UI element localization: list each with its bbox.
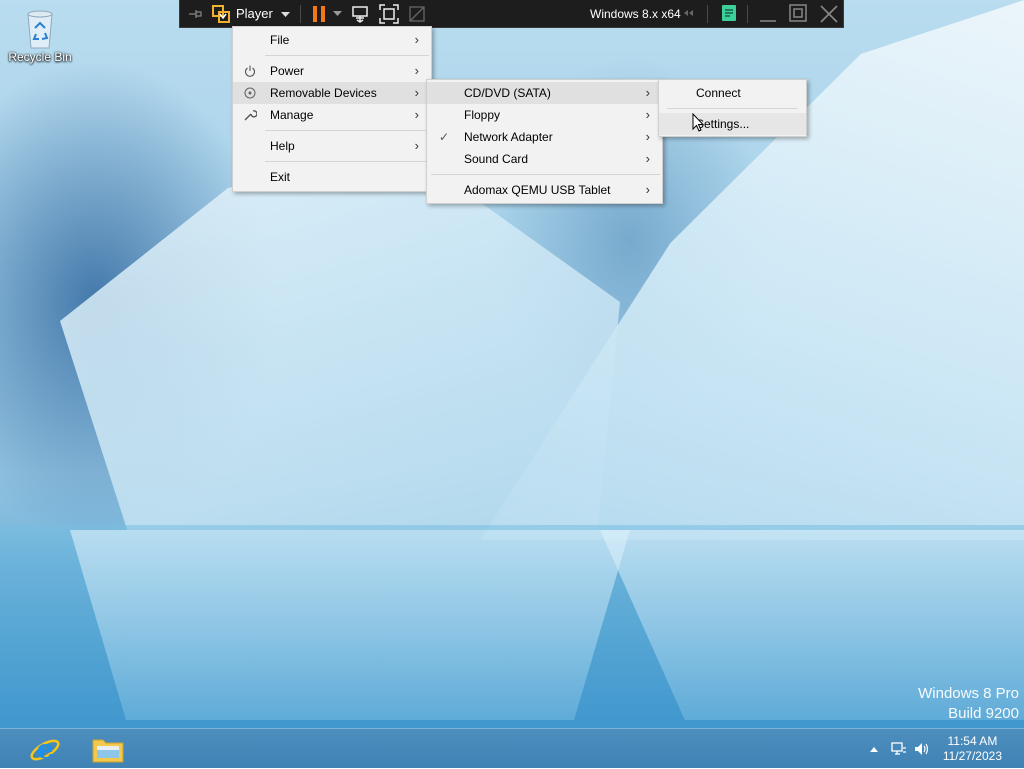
menu-separator xyxy=(265,55,429,56)
menu-item-help[interactable]: Help › xyxy=(233,135,431,157)
restore-icon[interactable] xyxy=(789,4,807,25)
watermark-edition: Windows 8 Pro xyxy=(918,685,1019,702)
menu-item-label: CD/DVD (SATA) xyxy=(464,86,551,100)
removable-devices-submenu: CD/DVD (SATA) › Floppy › ✓ Network Adapt… xyxy=(426,79,663,204)
cd-dvd-submenu: Connect Settings... xyxy=(658,79,807,137)
vm-status-icon xyxy=(683,6,697,23)
menu-item-label: Adomax QEMU USB Tablet xyxy=(464,183,611,197)
menu-separator xyxy=(265,161,429,162)
chevron-right-icon: › xyxy=(414,63,419,78)
show-hidden-icons-icon[interactable] xyxy=(870,729,878,769)
menu-item-exit[interactable]: Exit xyxy=(233,166,431,188)
fullscreen-icon[interactable] xyxy=(375,0,403,28)
chevron-right-icon: › xyxy=(645,182,650,197)
notes-icon[interactable] xyxy=(721,4,737,25)
mouse-cursor-icon xyxy=(692,112,705,136)
menu-item-label: Exit xyxy=(270,170,291,184)
menu-item-settings[interactable]: Settings... xyxy=(659,113,806,135)
removable-devices-icon xyxy=(241,82,259,106)
watermark-build: Build 9200 xyxy=(948,705,1019,722)
menu-item-floppy[interactable]: Floppy › xyxy=(427,104,662,126)
menu-item-removable-devices[interactable]: Removable Devices › xyxy=(233,82,431,104)
menu-item-label: File xyxy=(270,33,290,47)
pin-icon[interactable] xyxy=(180,0,210,28)
file-explorer-icon[interactable] xyxy=(90,731,126,767)
taskbar: e 11:54 AM 11/27/2023 xyxy=(0,728,1024,768)
menu-item-label: Sound Card xyxy=(464,152,529,166)
menu-item-label: Network Adapter xyxy=(464,130,553,144)
menu-item-label: Settings... xyxy=(696,117,750,131)
player-menu: File › Power › Removable Devices › Manag… xyxy=(232,26,432,192)
chevron-down-icon[interactable] xyxy=(331,0,345,28)
player-menu-label: Player xyxy=(236,6,273,21)
recycle-bin-label: Recycle Bin xyxy=(8,50,72,64)
recycle-bin-icon xyxy=(24,6,56,49)
menu-item-label: Removable Devices xyxy=(270,86,377,100)
system-clock[interactable]: 11:54 AM 11/27/2023 xyxy=(943,734,1002,764)
vm-player-toolbar: Player Windows 8.x x64 xyxy=(179,0,844,28)
menu-item-label: Help xyxy=(270,139,295,153)
unity-icon[interactable] xyxy=(403,0,431,28)
chevron-right-icon: › xyxy=(414,138,419,153)
menu-item-usb-tablet[interactable]: Adomax QEMU USB Tablet › xyxy=(427,179,662,201)
wallpaper-reflection-left xyxy=(70,530,630,720)
menu-separator xyxy=(431,174,660,175)
minimize-icon[interactable] xyxy=(759,5,777,26)
menu-item-label: Floppy xyxy=(464,108,501,122)
menu-item-label: Power xyxy=(270,64,305,78)
checkmark-icon: ✓ xyxy=(438,130,450,144)
menu-separator xyxy=(265,130,429,131)
menu-item-network-adapter[interactable]: ✓ Network Adapter › xyxy=(427,126,662,148)
menu-item-label: Manage xyxy=(270,108,314,122)
close-icon[interactable] xyxy=(819,4,839,27)
network-icon[interactable] xyxy=(891,729,907,769)
player-menu-button[interactable]: Player xyxy=(232,0,294,28)
recycle-bin-desktop-icon[interactable]: Recycle Bin xyxy=(4,6,76,64)
menu-item-power[interactable]: Power › xyxy=(233,60,431,82)
chevron-right-icon: › xyxy=(414,107,419,122)
wrench-icon xyxy=(241,104,259,129)
clock-date: 11/27/2023 xyxy=(942,749,1002,763)
os-watermark: Windows 8 Pro Build 9200 xyxy=(918,684,1019,724)
menu-item-label: Connect xyxy=(696,86,741,100)
menu-item-sound-card[interactable]: Sound Card › xyxy=(427,148,662,170)
menu-item-file[interactable]: File › xyxy=(233,29,431,51)
send-ctrl-alt-del-icon[interactable] xyxy=(345,0,375,28)
menu-separator xyxy=(667,108,798,109)
toolbar-divider xyxy=(747,5,748,23)
menu-item-connect[interactable]: Connect xyxy=(659,82,806,104)
svg-text:e: e xyxy=(37,735,54,765)
clock-time: 11:54 AM xyxy=(947,734,998,748)
chevron-right-icon: › xyxy=(645,107,650,122)
chevron-right-icon: › xyxy=(645,129,650,144)
chevron-right-icon: › xyxy=(645,85,650,100)
vm-name: Windows 8.x x64 xyxy=(590,7,681,21)
chevron-down-icon xyxy=(280,7,290,21)
power-icon xyxy=(241,60,259,84)
menu-item-cd-dvd[interactable]: CD/DVD (SATA) › xyxy=(427,82,662,104)
toolbar-divider xyxy=(299,4,301,23)
chevron-right-icon: › xyxy=(414,32,419,47)
internet-explorer-icon[interactable]: e xyxy=(27,731,63,767)
toolbar-divider xyxy=(707,5,708,23)
volume-icon[interactable] xyxy=(914,729,930,769)
chevron-right-icon: › xyxy=(414,85,419,100)
pause-icon[interactable] xyxy=(307,0,331,28)
menu-item-manage[interactable]: Manage › xyxy=(233,104,431,126)
player-logo-icon xyxy=(210,0,232,28)
chevron-right-icon: › xyxy=(645,151,650,166)
